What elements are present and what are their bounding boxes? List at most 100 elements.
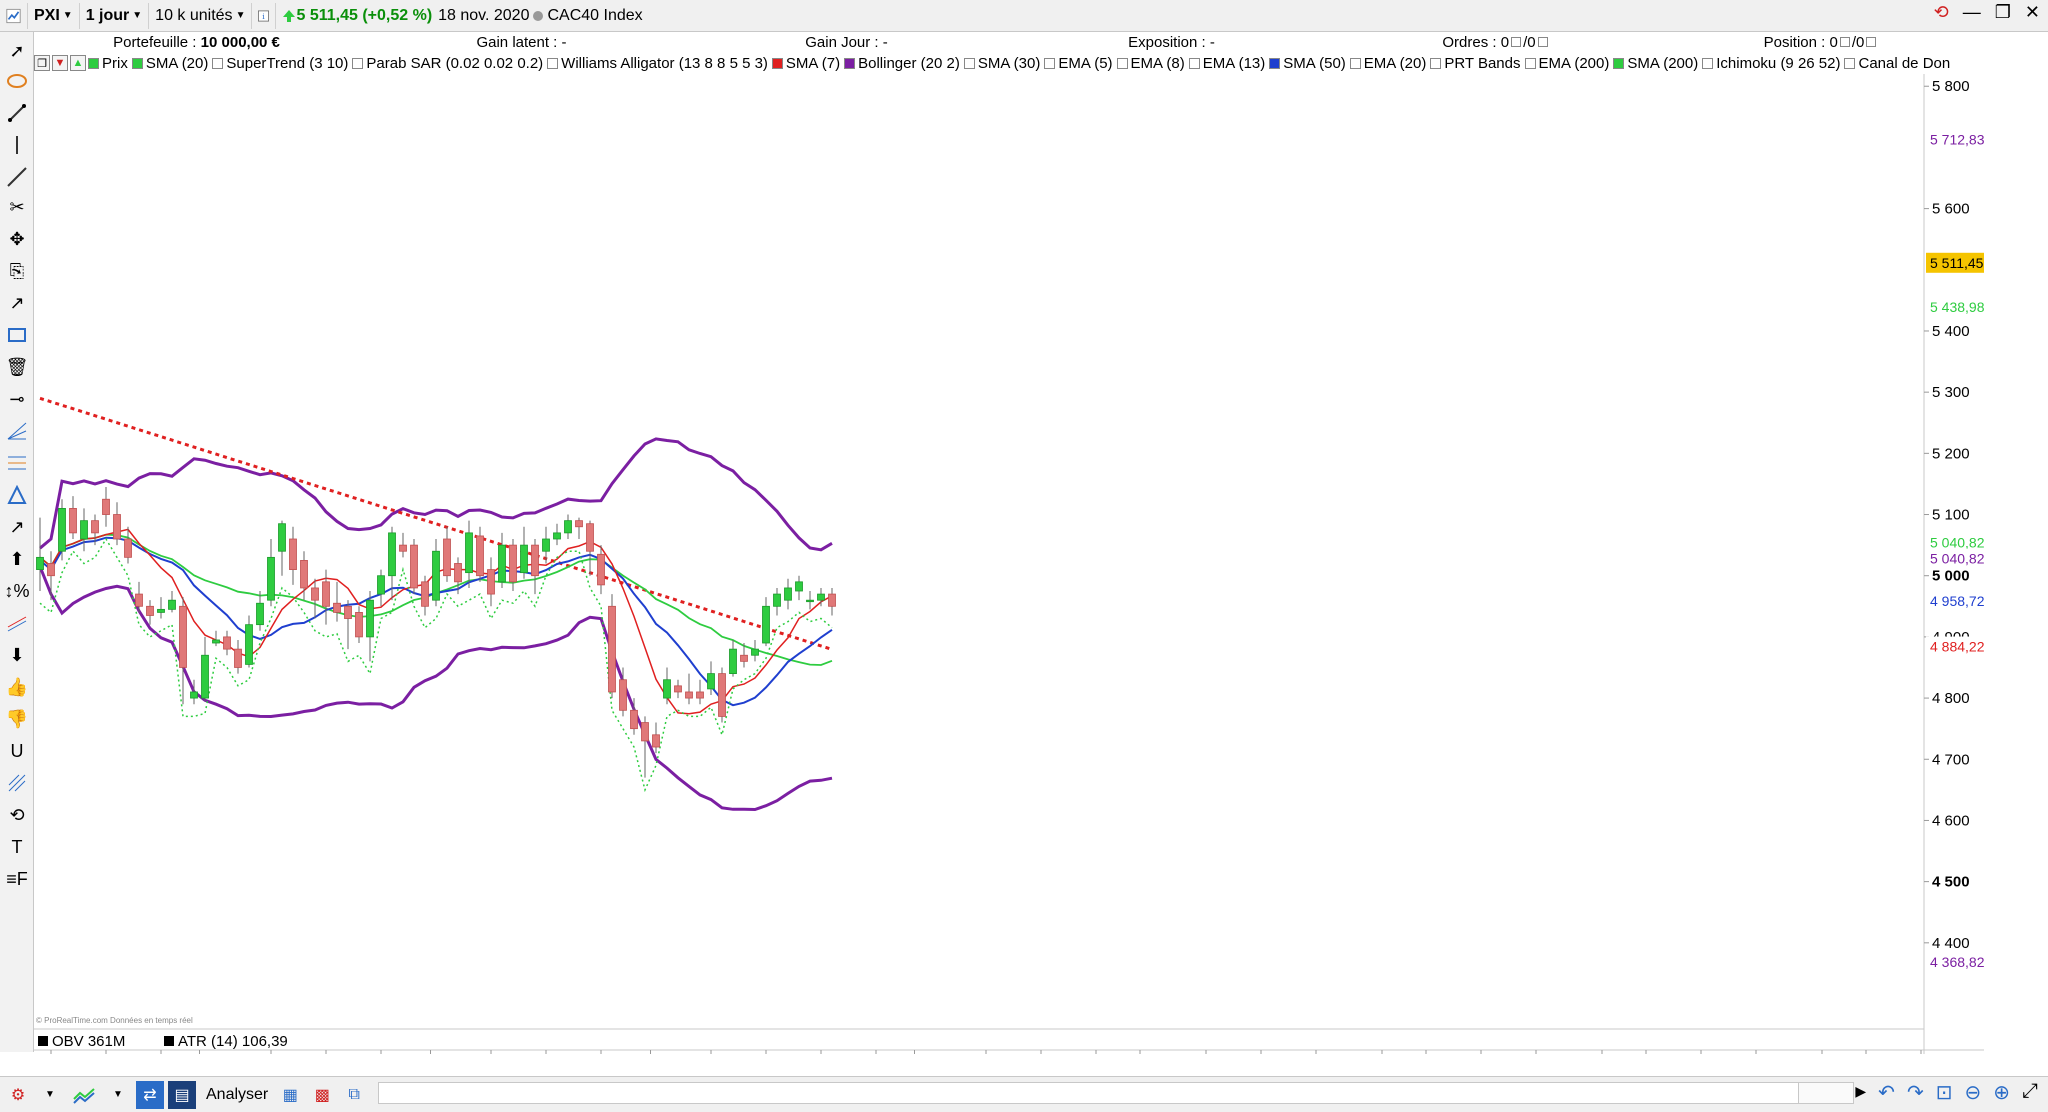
indicator-toggle[interactable]: PRT Bands xyxy=(1430,54,1521,72)
thumbs-up-icon[interactable]: 👍 xyxy=(4,674,30,700)
cursor-icon[interactable]: ➚ xyxy=(4,38,30,64)
timeframe-selector[interactable]: 1 jour ▼ xyxy=(80,2,150,29)
arrow-draw-icon[interactable]: ↗ xyxy=(4,514,30,540)
indicator-color-swatch[interactable] xyxy=(1349,57,1361,69)
indicator-toggle[interactable]: Bollinger (20 2) xyxy=(844,55,960,72)
pitchfork-icon[interactable] xyxy=(4,770,30,796)
units-selector[interactable]: 10 k unités ▼ xyxy=(149,2,253,29)
indicator-toggle[interactable]: EMA (20) xyxy=(1349,55,1426,72)
chevron-down-icon[interactable]: ▼ xyxy=(36,1081,64,1109)
indicator-label: PRT Bands xyxy=(1444,54,1521,72)
report-icon[interactable]: ▩ xyxy=(308,1081,336,1109)
indicator-toggle[interactable]: Canal de Don xyxy=(1844,55,1950,72)
indicator-toggle[interactable]: EMA (5) xyxy=(1044,55,1113,72)
indicator-color-swatch[interactable] xyxy=(212,57,224,69)
undo-icon[interactable]: ↶ xyxy=(1878,1080,1895,1105)
indicator-toggle[interactable]: SMA (200) xyxy=(1613,55,1698,72)
indicator-color-swatch[interactable] xyxy=(1524,57,1536,69)
up-arrow-icon[interactable]: ▲ xyxy=(70,55,86,71)
down-arrow-icon[interactable]: ▼ xyxy=(52,55,68,71)
symbol-selector[interactable]: PXI ▼ xyxy=(28,2,80,29)
value-tag: 5 040,82 xyxy=(1930,535,1984,551)
minimize-icon[interactable]: — xyxy=(1963,2,1981,23)
refresh-icon[interactable]: ⟲ xyxy=(1934,2,1949,23)
vertical-line-icon[interactable] xyxy=(4,132,30,158)
move-icon[interactable]: ✥ xyxy=(4,226,30,252)
chart-canvas[interactable]: 5 8005 6005 4005 3005 2005 1005 0004 900… xyxy=(34,74,1985,1078)
indicator-color-swatch[interactable] xyxy=(963,57,975,69)
indicator-toggle[interactable]: SMA (7) xyxy=(771,55,840,72)
ellipse-tool-icon[interactable] xyxy=(4,68,30,94)
screener-icon[interactable]: ▦ xyxy=(276,1081,304,1109)
indicator-toggle[interactable]: Parab SAR (0.02 0.02 0.2) xyxy=(352,55,543,72)
indicator-toggle[interactable]: EMA (13) xyxy=(1188,55,1265,72)
indicator-color-swatch[interactable] xyxy=(88,57,99,69)
units-label: 10 k unités xyxy=(155,6,233,24)
red-down-arrow-icon[interactable]: ⬇ xyxy=(4,642,30,668)
window-icon[interactable]: ❐ xyxy=(34,55,50,71)
info-icon[interactable]: i xyxy=(252,2,277,29)
indicator-color-swatch[interactable] xyxy=(1844,57,1856,69)
horizontal-scrollbar[interactable] xyxy=(378,1082,1854,1104)
trash-icon[interactable]: 🗑 xyxy=(4,354,30,380)
indicator-toggle[interactable]: EMA (200) xyxy=(1524,55,1609,72)
fullscreen-icon[interactable]: ⤢ xyxy=(2022,1080,2038,1105)
indicator-toggle[interactable]: EMA (8) xyxy=(1116,55,1185,72)
indicator-toggle[interactable]: Ichimoku (9 26 52) xyxy=(1702,55,1840,72)
indicator-toggle[interactable]: SMA (30) xyxy=(963,55,1040,72)
indicator-color-swatch[interactable] xyxy=(131,57,143,69)
indicator-toggle[interactable]: Prix xyxy=(88,55,128,72)
fibonacci-retracement-icon[interactable] xyxy=(4,450,30,476)
indicator-color-swatch[interactable] xyxy=(1269,57,1281,69)
add-indicator-icon[interactable] xyxy=(68,1081,100,1109)
thumbs-down-icon[interactable]: 👎 xyxy=(4,706,30,732)
indicator-color-swatch[interactable] xyxy=(1702,57,1714,69)
analyser-button[interactable]: Analyser xyxy=(202,1081,272,1109)
fibonacci-fan-icon[interactable] xyxy=(4,418,30,444)
candle-body xyxy=(146,605,154,616)
scissors-icon[interactable]: ✂ xyxy=(4,194,30,220)
rectangle-tool-icon[interactable] xyxy=(4,322,30,348)
redo-icon[interactable]: ↷ xyxy=(1907,1080,1924,1105)
magnet-icon[interactable]: U xyxy=(4,738,30,764)
indicator-color-swatch[interactable] xyxy=(771,57,783,69)
chevron-down-icon[interactable]: ▼ xyxy=(104,1081,132,1109)
horizontal-line-icon[interactable]: ⊸ xyxy=(4,386,30,412)
panel-icon[interactable]: ▤ xyxy=(168,1080,196,1109)
channel-icon[interactable] xyxy=(4,610,30,636)
share-icon[interactable]: ⇄ xyxy=(136,1080,164,1109)
indicator-toggle[interactable]: SuperTrend (3 10) xyxy=(212,55,348,72)
arrow-line-icon[interactable]: ↗ xyxy=(4,290,30,316)
indicator-color-swatch[interactable] xyxy=(547,57,559,69)
settings-icon[interactable]: ⚙ xyxy=(4,1081,32,1109)
fibonacci-levels-icon[interactable]: ≡F xyxy=(4,866,30,892)
close-icon[interactable]: ✕ xyxy=(2025,2,2040,23)
text-tool-icon[interactable]: T xyxy=(4,834,30,860)
indicator-toggle[interactable]: SMA (50) xyxy=(1269,55,1346,72)
indicator-color-swatch[interactable] xyxy=(1188,57,1200,69)
indicator-toggle[interactable]: SMA (20) xyxy=(131,55,208,72)
indicator-color-swatch[interactable] xyxy=(1613,57,1625,69)
trendline-icon[interactable] xyxy=(4,164,30,190)
scroll-right-icon[interactable]: ▶ xyxy=(1855,1083,1866,1105)
zoom-fit-icon[interactable]: ⊡ xyxy=(1936,1080,1953,1105)
indicator-color-swatch[interactable] xyxy=(1116,57,1128,69)
percent-tool-icon[interactable]: ↕% xyxy=(4,578,30,604)
gann-fan-icon[interactable]: ⟲ xyxy=(4,802,30,828)
daily-gain: Gain Jour : - xyxy=(805,33,888,51)
triangle-icon[interactable] xyxy=(4,482,30,508)
restore-icon[interactable]: ❐ xyxy=(1995,2,2011,23)
indicator-toggle[interactable]: Williams Alligator (13 8 8 5 5 3) xyxy=(547,55,768,72)
zoom-in-icon[interactable]: ⊕ xyxy=(1993,1080,2010,1105)
indicator-color-swatch[interactable] xyxy=(1044,57,1056,69)
line-segment-icon[interactable] xyxy=(4,100,30,126)
indicator-color-swatch[interactable] xyxy=(352,57,364,69)
green-up-arrow-icon[interactable]: ⬆ xyxy=(4,546,30,572)
scroll-thumb[interactable] xyxy=(379,1083,1799,1103)
indicator-color-swatch[interactable] xyxy=(1430,57,1442,69)
windows-icon[interactable]: ⧉ xyxy=(340,1081,368,1109)
copy-icon[interactable]: ⎘ xyxy=(4,258,30,284)
indicator-color-swatch[interactable] xyxy=(844,57,856,69)
price-chart[interactable]: 5 8005 6005 4005 3005 2005 1005 0004 900… xyxy=(34,74,1985,1078)
zoom-out-icon[interactable]: ⊖ xyxy=(1964,1080,1981,1105)
